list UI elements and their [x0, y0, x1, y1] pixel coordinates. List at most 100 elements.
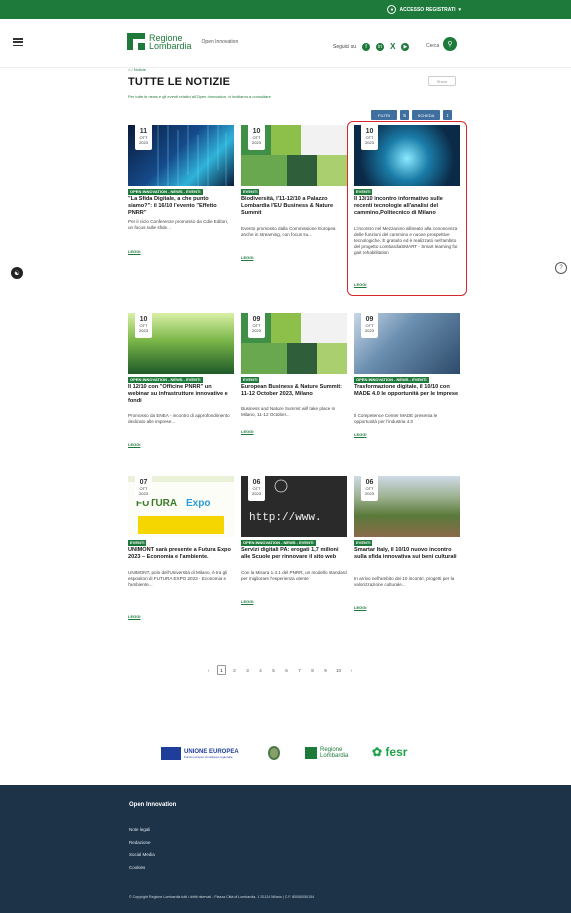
page-prev[interactable]: ‹ — [204, 665, 213, 675]
site-footer: Open Innovation Note legali Redazione So… — [0, 785, 571, 913]
page-link[interactable]: 9 — [321, 665, 330, 675]
share-label: Share — [436, 78, 448, 84]
news-excerpt: Promosso da ENEA - incontro di approfond… — [128, 413, 230, 424]
top-bar: ● ACCESSO REGISTRATI ▾ — [0, 0, 571, 19]
download-icon[interactable]: ↧ — [443, 110, 452, 120]
news-title[interactable]: UNIMONT sarà presente a Futura Expo 2023… — [128, 547, 234, 561]
news-excerpt: In arrivo nell'ambito dei 10 incontri, p… — [354, 576, 455, 587]
news-title[interactable]: Servizi digitali PA: erogati 1,7 milioni… — [241, 547, 347, 561]
footer-link[interactable]: Redazione — [129, 840, 151, 845]
eu-line1: UNIONE EUROPEA — [184, 748, 239, 755]
youtube-icon[interactable]: ▶ — [401, 42, 410, 51]
date-year: 2023 — [139, 328, 148, 333]
facebook-icon[interactable]: f — [362, 42, 371, 51]
social-bar: Seguici su f in X ▶ — [333, 42, 410, 51]
fesr-text: fesr — [385, 745, 408, 759]
eu-flag-icon — [161, 747, 181, 760]
category-tag[interactable]: OPEN INNOVATION - NEWS - EVENTI — [128, 377, 203, 383]
news-title[interactable]: European Business & Nature Summit: 11-12… — [241, 384, 347, 398]
home-icon[interactable]: ⌂ — [128, 67, 130, 72]
site-header: Regione Lombardia Open Innovation Seguic… — [0, 19, 571, 68]
news-title[interactable]: Biodiversità, l'11-12/10 a Palazzo Lomba… — [241, 196, 347, 217]
read-more-link[interactable]: LEGGI — [241, 599, 253, 604]
svg-text:http://www.: http://www. — [249, 512, 322, 524]
x-icon[interactable]: X — [390, 42, 395, 51]
access-button[interactable]: ● ACCESSO REGISTRATI ▾ — [387, 4, 461, 15]
date-day: 09 — [252, 316, 261, 323]
news-excerpt: Per il ciclo Conferenze promosso da Cdie… — [128, 219, 229, 230]
pagination: ‹ 1 2 3 4 5 6 7 8 9 10 › — [204, 665, 356, 675]
sort-icon[interactable]: ⇅ — [400, 110, 409, 120]
news-excerpt: Il Competence Center MADE presenta le op… — [354, 413, 438, 424]
category-tag[interactable]: OPEN INNOVATION - NEWS - EVENTI — [128, 189, 203, 195]
read-more-link[interactable]: LEGGI — [354, 432, 366, 437]
date-badge: 07 OTT 2023 — [135, 476, 152, 501]
news-title[interactable]: Trasformazione digitale, il 10/10 con MA… — [354, 384, 460, 398]
filter-button[interactable]: FILTRI — [371, 110, 397, 120]
logo-subtitle: Open Innovation — [201, 38, 239, 45]
share-button[interactable]: Share — [428, 76, 456, 86]
news-excerpt: Con la Misura 1.4.1 del PNRR, un modello… — [241, 570, 347, 581]
language-chevron-icon[interactable]: ▾ — [458, 7, 461, 13]
page-link[interactable]: 4 — [256, 665, 265, 675]
linkedin-icon[interactable]: in — [376, 42, 385, 51]
date-day: 10 — [139, 316, 148, 323]
copyright: © Copyright Regione Lombardia tutti i di… — [129, 895, 315, 899]
page-link[interactable]: 1 — [217, 665, 226, 675]
read-more-link[interactable]: LEGGI — [128, 249, 140, 254]
date-badge: 06 OTT 2023 — [361, 476, 378, 501]
date-year: 2023 — [252, 491, 261, 496]
category-tag[interactable]: OPEN INNOVATION - NEWS - EVENTI — [354, 377, 429, 383]
page-next[interactable]: › — [347, 665, 356, 675]
news-title[interactable]: Il 12/10 con "Officine PNRR" un webinar … — [128, 384, 234, 405]
footer-link[interactable]: Social Media — [129, 852, 155, 857]
view-label: SCHEDA — [417, 112, 435, 118]
read-more-link[interactable]: LEGGI — [128, 614, 140, 619]
highlight-outline — [347, 121, 467, 296]
date-year: 2023 — [252, 140, 261, 145]
search-icon[interactable]: ⚲ — [443, 37, 457, 51]
rl-line2: Lombardia — [320, 753, 349, 759]
footer-link[interactable]: Note legali — [129, 827, 150, 832]
category-tag[interactable]: EVENTI — [241, 377, 260, 383]
svg-text:Expo: Expo — [186, 498, 210, 509]
read-more-link[interactable]: LEGGI — [241, 429, 253, 434]
category-tag[interactable]: OPEN INNOVATION - NEWS - EVENTI — [241, 540, 316, 546]
page-link[interactable]: 6 — [282, 665, 291, 675]
date-year: 2023 — [139, 491, 148, 496]
help-icon[interactable]: ? — [555, 262, 567, 274]
news-title[interactable]: Smartar Italy, il 10/10 nuovo incontro s… — [354, 547, 460, 561]
view-button[interactable]: SCHEDA — [412, 110, 440, 120]
eu-logo: UNIONE EUROPEA Fondo europeo di sviluppo… — [161, 747, 239, 760]
footer-link[interactable]: Cookies — [129, 865, 145, 870]
news-title[interactable]: "La Sfida Digitale, a che punto siamo?":… — [128, 196, 234, 217]
date-year: 2023 — [365, 328, 374, 333]
read-more-link[interactable]: LEGGI — [354, 605, 366, 610]
page-intro: Per tutte le news e gli eventi relativi … — [128, 94, 271, 99]
read-more-link[interactable]: LEGGI — [241, 255, 253, 260]
date-day: 06 — [252, 479, 261, 486]
logo[interactable]: Regione Lombardia Open Innovation — [127, 33, 238, 50]
search-label: Cerca — [426, 43, 440, 49]
category-tag[interactable]: EVENTI — [128, 540, 147, 546]
date-day: 06 — [365, 479, 374, 486]
page-title: TUTTE LE NOTIZIE — [128, 76, 231, 88]
page-link[interactable]: 2 — [230, 665, 239, 675]
category-tag[interactable]: EVENTI — [354, 540, 373, 546]
access-label: ACCESSO REGISTRATI — [399, 6, 456, 13]
accessibility-icon[interactable]: ☯ — [11, 267, 23, 279]
read-more-link[interactable]: LEGGI — [128, 442, 140, 447]
partner-logos: UNIONE EUROPEA Fondo europeo di sviluppo… — [0, 737, 571, 777]
menu-icon[interactable] — [13, 38, 23, 46]
page-link[interactable]: 10 — [334, 665, 343, 675]
breadcrumb-current[interactable]: / Notizie — [132, 67, 146, 72]
page-link[interactable]: 3 — [243, 665, 252, 675]
category-tag[interactable]: EVENTI — [241, 189, 260, 195]
page-link[interactable]: 8 — [308, 665, 317, 675]
page-link[interactable]: 5 — [269, 665, 278, 675]
logo-line2: Lombardia — [149, 40, 192, 51]
date-day: 10 — [252, 128, 261, 135]
page-link[interactable]: 7 — [295, 665, 304, 675]
date-day: 11 — [139, 128, 148, 135]
news-excerpt: Evento promosso dalla Commissione Europe… — [241, 226, 336, 237]
